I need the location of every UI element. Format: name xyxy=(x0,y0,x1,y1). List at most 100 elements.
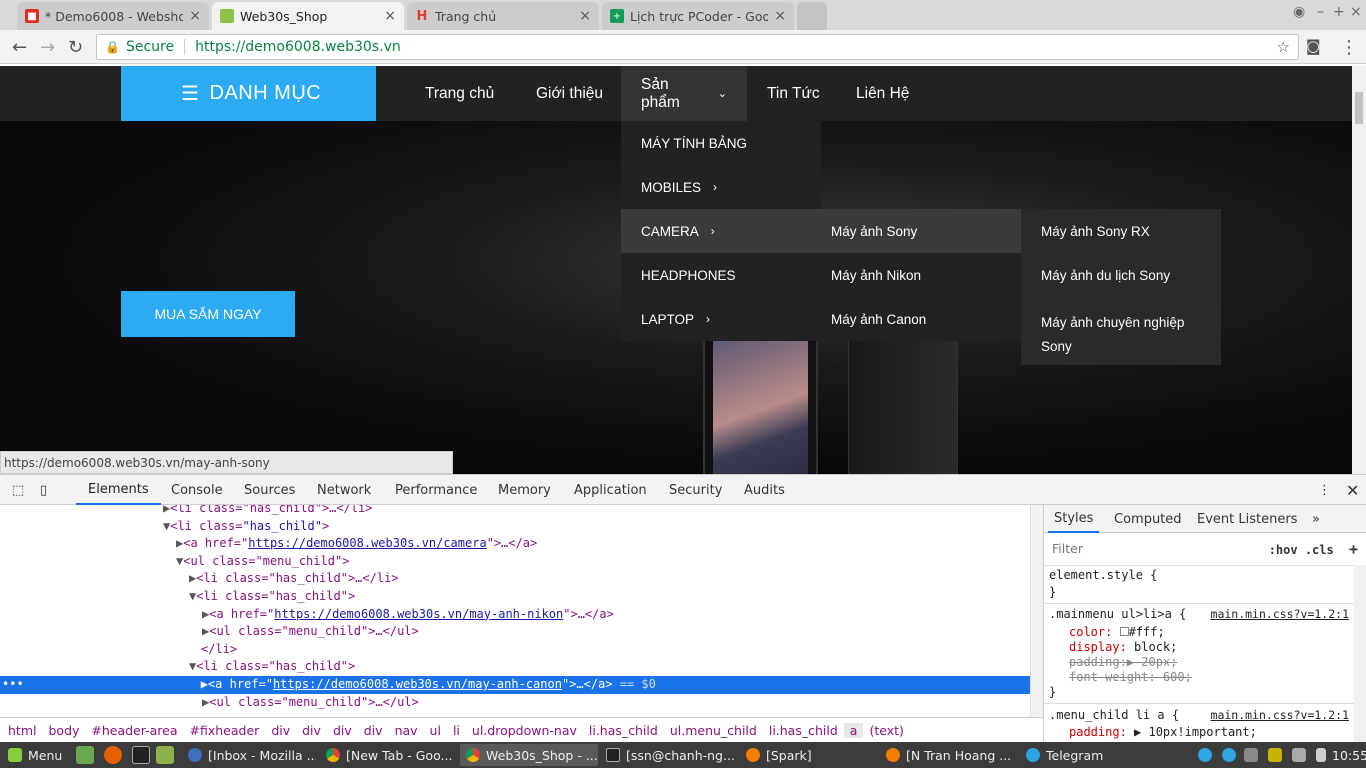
terminal-icon[interactable] xyxy=(132,746,150,764)
minimize-icon[interactable]: – xyxy=(1317,4,1324,20)
bookmark-star-icon[interactable]: ☆ xyxy=(1277,38,1290,56)
tab-elements[interactable]: Elements xyxy=(76,475,161,505)
styles-filter-input[interactable]: Filter xyxy=(1048,537,1238,559)
filter-options[interactable]: :hov .cls + xyxy=(1269,540,1358,558)
dropdown-item-headphones[interactable]: HEADPHONES xyxy=(621,253,821,297)
close-icon[interactable]: × xyxy=(579,8,591,24)
dom-node[interactable]: ▶<ul class="menu_child">…</ul> xyxy=(0,694,1030,712)
telegram-tray-icon[interactable] xyxy=(1222,748,1236,762)
tab-application[interactable]: Application xyxy=(562,475,659,505)
dom-node[interactable]: ▶<a href="https://demo6008.web30s.vn/may… xyxy=(0,606,1030,624)
crumb[interactable]: #fixheader xyxy=(184,723,266,738)
device-toolbar-icon[interactable]: ▯ xyxy=(28,475,59,505)
close-devtools-icon[interactable]: ✕ xyxy=(1334,475,1366,505)
close-icon[interactable]: × xyxy=(189,8,201,24)
tab-audits[interactable]: Audits xyxy=(732,475,797,505)
tab-console[interactable]: Console xyxy=(159,475,235,505)
prop-padding[interactable]: padding: ▶ 10px!important; xyxy=(1069,725,1257,740)
crumb[interactable]: div xyxy=(265,723,296,738)
crumb[interactable]: body xyxy=(42,723,85,738)
dropdown-item-sony-rx[interactable]: Máy ảnh Sony RX xyxy=(1021,209,1221,253)
prop-padding-overridden[interactable]: padding:▶ 20px; xyxy=(1069,655,1177,670)
nav-san-pham[interactable]: Sản phẩm ⌄ xyxy=(621,66,747,121)
omnibox[interactable]: 🔒 Secure https://demo6008.web30s.vn ☆ xyxy=(96,34,1299,60)
tab-event-listeners[interactable]: Event Listeners xyxy=(1191,505,1303,533)
reload-icon[interactable]: ↻ xyxy=(68,37,83,58)
dom-node[interactable]: ▶<li class="has_child">…</li> xyxy=(0,570,1030,588)
dropdown-item-tablet[interactable]: MÁY TÍNH BẢNG xyxy=(621,121,821,165)
prop-color[interactable]: color: #fff; xyxy=(1069,625,1165,640)
crumb-selected[interactable]: a xyxy=(843,723,864,738)
dropdown-item-nikon[interactable]: Máy ảnh Nikon xyxy=(811,253,1021,297)
crumb[interactable]: #header-area xyxy=(85,723,183,738)
nav-lien-he[interactable]: Liên Hệ xyxy=(836,66,929,121)
crumb[interactable]: li.has_child xyxy=(583,723,664,738)
prop-font-weight-overridden[interactable]: font-weight: 600; xyxy=(1069,670,1192,685)
files-icon[interactable] xyxy=(156,746,174,764)
prop-display[interactable]: display: block; xyxy=(1069,640,1177,655)
dom-node[interactable]: ▼<li class="has_child"> xyxy=(0,658,1030,676)
crumb[interactable]: div xyxy=(296,723,327,738)
nav-trang-chu[interactable]: Trang chủ xyxy=(405,66,514,121)
scrollbar-thumb[interactable] xyxy=(1355,92,1363,124)
taskbar-item-new-tab[interactable]: [New Tab - Goo... xyxy=(320,744,458,766)
taskbar-item-spark[interactable]: [Spark] xyxy=(740,744,878,766)
color-swatch[interactable] xyxy=(1119,627,1129,636)
user-tray-icon[interactable] xyxy=(1292,748,1306,762)
add-rule-icon[interactable]: + xyxy=(1349,540,1358,558)
network-tray-icon[interactable] xyxy=(1268,748,1282,762)
rule-source-link[interactable]: main.min.css?v=1.2:1 xyxy=(1211,708,1349,722)
taskbar-item-telegram[interactable]: Telegram xyxy=(1020,744,1130,766)
dom-node[interactable]: </li> xyxy=(0,641,1030,659)
forward-icon[interactable]: → xyxy=(40,37,55,58)
tab-security[interactable]: Security xyxy=(657,475,734,505)
nav-tin-tuc[interactable]: Tin Tức xyxy=(747,66,840,121)
new-tab-button[interactable] xyxy=(797,2,827,30)
menu-dots-icon[interactable]: ⋮ xyxy=(1340,37,1358,58)
crumb[interactable]: ul.menu_child xyxy=(664,723,763,738)
tab-styles[interactable]: Styles xyxy=(1048,505,1100,533)
crumb[interactable]: li xyxy=(447,723,466,738)
crumb[interactable]: li.has_child xyxy=(763,723,844,738)
styles-scrollbar[interactable] xyxy=(1354,565,1366,743)
close-icon[interactable]: × xyxy=(774,8,786,24)
crumb[interactable]: nav xyxy=(389,723,424,738)
dom-node-selected[interactable]: ••• ▶<a href="https://demo6008.web30s.vn/… xyxy=(0,676,1030,694)
dropdown-item-mobiles[interactable]: MOBILES › xyxy=(621,165,821,209)
rule-element-style[interactable]: element.style { xyxy=(1049,568,1157,583)
dom-node[interactable]: ▼<ul class="menu_child"> xyxy=(0,553,1030,571)
rule-source-link[interactable]: main.min.css?v=1.2:1 xyxy=(1211,607,1349,621)
nav-gioi-thieu[interactable]: Giới thiệu xyxy=(516,66,623,121)
taskbar-item-thunderbird[interactable]: [Inbox - Mozilla ... xyxy=(182,744,316,766)
dropdown-item-camera[interactable]: CAMERA › xyxy=(621,209,821,253)
crumb[interactable]: div xyxy=(358,723,389,738)
buy-now-button[interactable]: MUA SẮM NGAY xyxy=(121,291,295,337)
taskbar-item-tran-hoang[interactable]: [N Tran Hoang ... xyxy=(880,744,1018,766)
page-scrollbar[interactable] xyxy=(1352,66,1366,474)
tab-performance[interactable]: Performance xyxy=(383,475,489,505)
dropdown-item-sony-pro[interactable]: Máy ảnh chuyên nghiệp Sony xyxy=(1021,297,1221,357)
tab-computed[interactable]: Computed xyxy=(1108,505,1188,533)
dropdown-item-canon[interactable]: Máy ảnh Canon xyxy=(811,297,1021,341)
dropdown-item-laptop[interactable]: LAPTOP › xyxy=(621,297,821,341)
crumb[interactable]: ul.dropdown-nav xyxy=(466,723,583,738)
crumb[interactable]: html xyxy=(2,723,42,738)
dropdown-item-sony[interactable]: Máy ảnh Sony xyxy=(811,209,1021,253)
crumb[interactable]: div xyxy=(327,723,358,738)
battery-icon[interactable] xyxy=(1316,748,1326,762)
clock[interactable]: 10:55 xyxy=(1332,744,1366,766)
crumb[interactable]: ul xyxy=(424,723,447,738)
close-window-icon[interactable]: × xyxy=(1350,4,1362,20)
crumb[interactable]: (text) xyxy=(863,723,909,738)
rule-menu-child-selector[interactable]: .menu_child li a { xyxy=(1049,708,1179,723)
start-menu-button[interactable]: Menu xyxy=(2,744,68,766)
back-icon[interactable]: ← xyxy=(12,37,27,58)
elements-scrollbar[interactable] xyxy=(1030,505,1043,717)
telegram-tray-icon[interactable] xyxy=(1198,748,1212,762)
dropdown-item-sony-travel[interactable]: Máy ảnh du lịch Sony xyxy=(1021,253,1221,297)
tab-demo6008[interactable]: ■ * Demo6008 - Webshop × xyxy=(17,2,209,30)
dom-node[interactable]: ▼<li class="has_child"> xyxy=(0,518,1030,536)
show-desktop-icon[interactable] xyxy=(76,746,94,764)
close-icon[interactable]: × xyxy=(384,8,396,24)
dom-node[interactable]: ▼<li class="has_child"> xyxy=(0,588,1030,606)
